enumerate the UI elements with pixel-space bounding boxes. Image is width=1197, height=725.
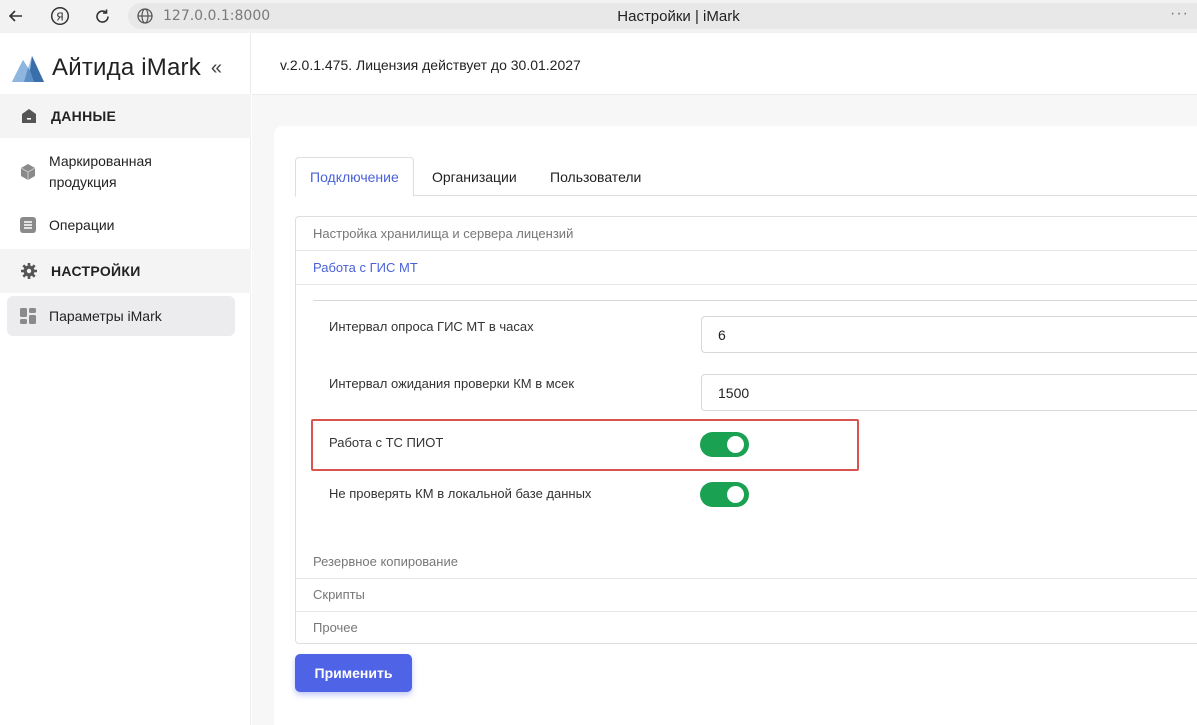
version-info: v.2.0.1.475. Лицензия действует до 30.01… — [280, 57, 581, 73]
tab-organizations[interactable]: Организации — [432, 157, 517, 196]
tab-bar: Подключение Организации Пользователи — [295, 157, 1197, 197]
skip-local-check-label: Не проверять КМ в локальной базе данных — [329, 486, 592, 501]
accordion-storage[interactable]: Настройка хранилища и сервера лицензий — [296, 217, 1197, 250]
sidebar-item-label: Операции — [49, 216, 115, 233]
section-settings-label: НАСТРОЙКИ — [51, 263, 141, 279]
dashboard-icon — [20, 308, 36, 324]
accordion-backup[interactable]: Резервное копирование — [296, 545, 1197, 578]
divider — [313, 300, 1197, 301]
section-data-label: ДАННЫЕ — [51, 108, 117, 124]
more-icon[interactable]: ··· — [1170, 5, 1189, 23]
page-title: Настройки | iMark — [617, 8, 740, 25]
poll-interval-input[interactable]: 6 — [701, 316, 1197, 353]
tab-users[interactable]: Пользователи — [550, 157, 641, 196]
skip-local-check-toggle[interactable] — [700, 482, 749, 507]
check-timeout-label: Интервал ожидания проверки КМ в мсек — [329, 376, 575, 391]
reload-icon[interactable] — [91, 5, 113, 27]
toggle-knob — [727, 486, 744, 503]
sidebar-item-imark-params[interactable]: Параметры iMark — [7, 296, 235, 336]
box-icon — [20, 164, 36, 180]
back-arrow-icon[interactable] — [5, 5, 27, 27]
address-bar[interactable]: 127.0.0.1:8000 Настройки | iMark ··· — [128, 3, 1197, 29]
sidebar-item-label: Маркированная продукция — [49, 153, 152, 190]
svg-text:Я: Я — [56, 11, 64, 24]
sidebar: Айтида iMark « ДАННЫЕ Маркированная прод… — [0, 33, 251, 725]
collapse-icon[interactable]: « — [211, 57, 222, 80]
logo-icon — [12, 56, 44, 82]
browser-toolbar: Я 127.0.0.1:8000 Настройки | iMark ··· — [0, 0, 1197, 33]
accordion-other[interactable]: Прочее — [296, 611, 1197, 644]
poll-interval-label: Интервал опроса ГИС МТ в часах — [329, 319, 534, 334]
check-timeout-input[interactable]: 1500 — [701, 374, 1197, 411]
sidebar-item-marked-products[interactable]: Маркированная продукция — [7, 148, 235, 196]
brand[interactable]: Айтида iMark « — [10, 51, 222, 85]
section-data: ДАННЫЕ — [0, 94, 251, 138]
sidebar-item-operations[interactable]: Операции — [7, 209, 235, 241]
brand-name: Айтида iMark — [52, 54, 201, 81]
database-icon — [22, 109, 36, 123]
divider — [296, 284, 1197, 285]
gear-icon — [21, 263, 37, 279]
yandex-icon[interactable]: Я — [49, 5, 71, 27]
section-settings: НАСТРОЙКИ — [0, 249, 251, 293]
highlight-box — [311, 419, 859, 471]
sidebar-item-label: Параметры iMark — [49, 307, 162, 324]
list-icon — [20, 217, 36, 233]
apply-button[interactable]: Применить — [295, 654, 412, 692]
tab-connection[interactable]: Подключение — [295, 157, 414, 197]
accordion-gis-mt[interactable]: Работа с ГИС МТ — [296, 251, 1197, 284]
accordion-scripts[interactable]: Скрипты — [296, 578, 1197, 611]
